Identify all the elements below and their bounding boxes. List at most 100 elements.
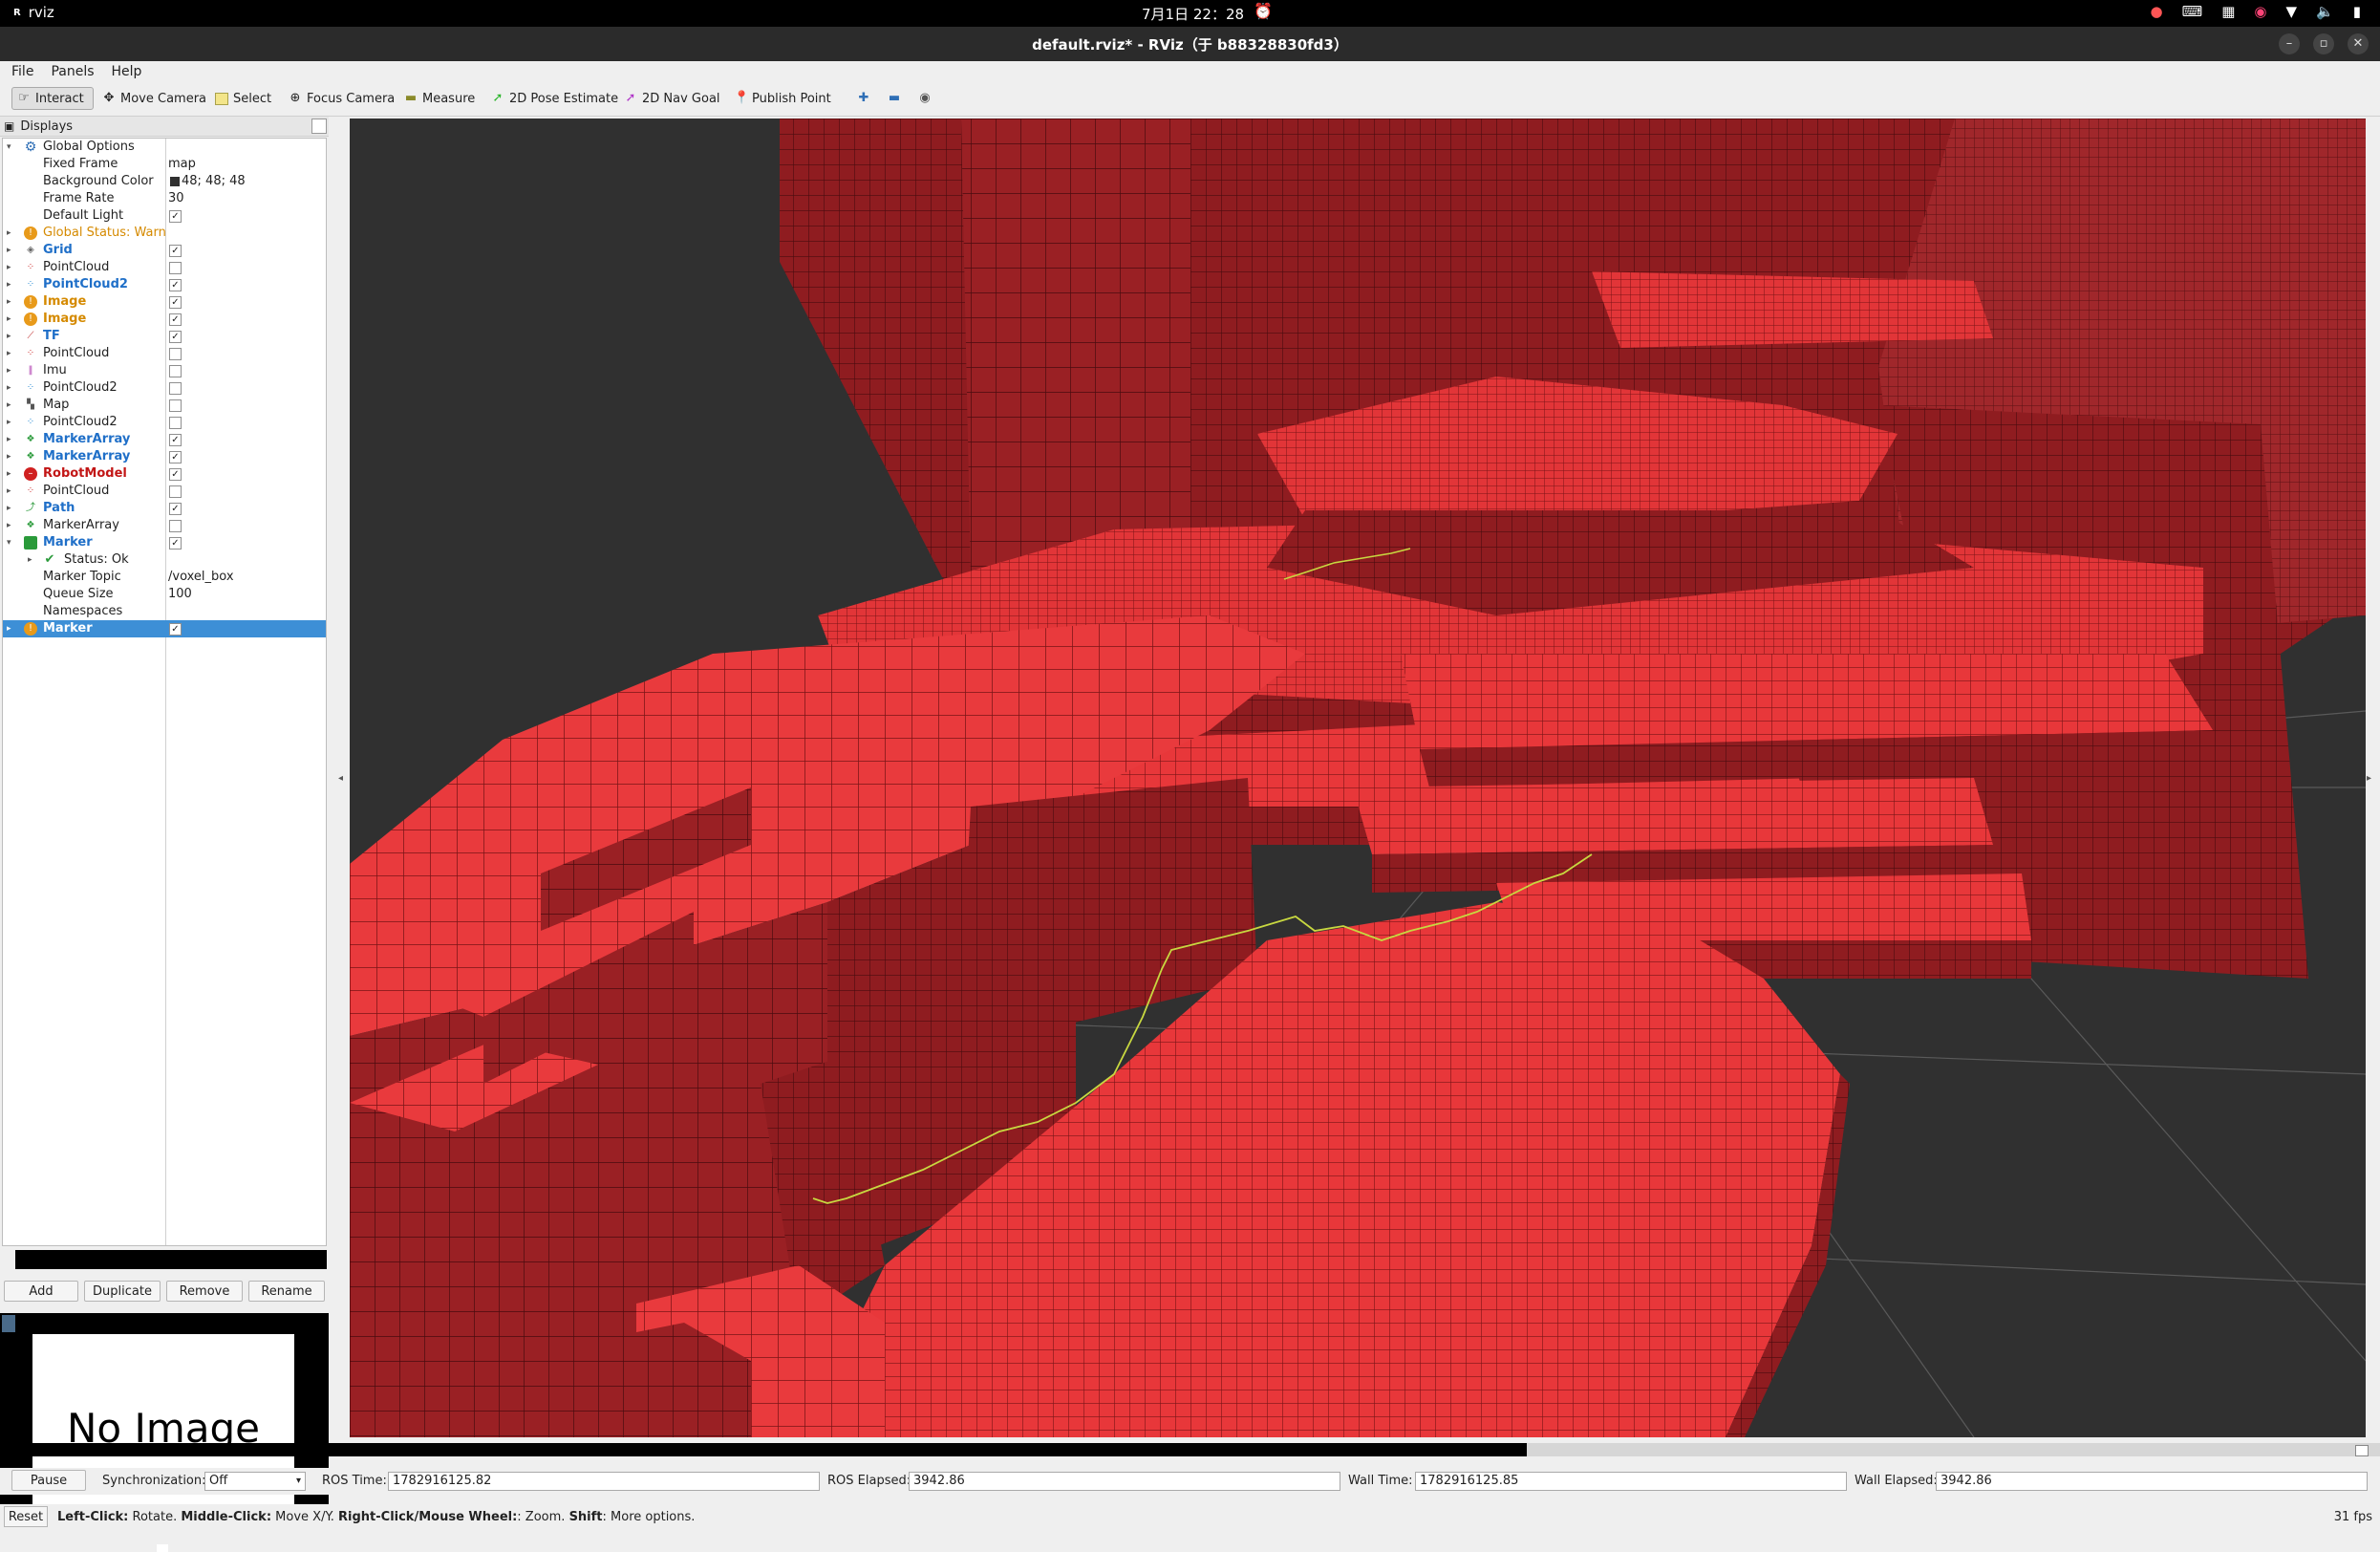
color-swatch[interactable]	[170, 177, 180, 186]
tree-row-fixed-frame[interactable]: Fixed Frame map	[3, 156, 326, 173]
battery-icon[interactable]: ▮	[2353, 3, 2361, 20]
maximize-button[interactable]: ▫	[2313, 33, 2334, 54]
display-enabled-checkbox[interactable]	[169, 382, 182, 395]
expand-arrow-icon[interactable]: ▸	[7, 379, 16, 397]
queue-size-value[interactable]: 100	[168, 586, 192, 603]
system-clock[interactable]: 7月1日 22：28	[1142, 4, 1244, 24]
display-enabled-checkbox[interactable]	[169, 262, 182, 274]
tree-row-imu[interactable]: ▸ ‖ Imu	[3, 362, 326, 379]
tool-properties-button[interactable]: ◉	[913, 87, 936, 110]
expand-arrow-icon[interactable]: ▸	[7, 276, 16, 293]
nav-goal-tool-button[interactable]: ➚ 2D Nav Goal	[619, 87, 725, 110]
tree-row-map[interactable]: ▸ ▚ Map	[3, 397, 326, 414]
minimize-button[interactable]: –	[2279, 33, 2300, 54]
display-enabled-checkbox[interactable]: ✓	[169, 623, 182, 636]
collapse-arrow-icon[interactable]: ▾	[7, 139, 16, 156]
reset-button[interactable]: Reset	[4, 1506, 48, 1527]
tree-row-markerarray[interactable]: ▸ ❖ MarkerArray ✓	[3, 431, 326, 448]
display-enabled-checkbox[interactable]	[169, 485, 182, 498]
tree-row-namespaces[interactable]: Namespaces	[3, 603, 326, 620]
tree-row-markerarray[interactable]: ▸ ❖ MarkerArray	[3, 517, 326, 534]
remove-tool-button[interactable]: ▬	[883, 87, 906, 110]
ubuntu-icon[interactable]: ◉	[2254, 3, 2266, 20]
close-button[interactable]: ✕	[2348, 33, 2369, 54]
wall-elapsed-field[interactable]: 3942.86	[1936, 1472, 2368, 1491]
window-title-bar[interactable]: default.rviz* - RViz（于 b88328830fd3） – ▫…	[0, 27, 2380, 61]
record-icon[interactable]: ●	[2150, 3, 2162, 20]
measure-tool-button[interactable]: ▬ Measure	[399, 87, 480, 110]
time-panel-float-button[interactable]	[2355, 1445, 2369, 1456]
tree-row-pointcloud[interactable]: ▸ ⁘ PointCloud	[3, 483, 326, 500]
frame-rate-value[interactable]: 30	[168, 190, 184, 207]
add-tool-button[interactable]: ✚	[852, 87, 875, 110]
tree-row-robotmodel[interactable]: ▸ – RobotModel ✓	[3, 465, 326, 483]
display-enabled-checkbox[interactable]	[169, 365, 182, 377]
image-panel-float-icon[interactable]	[2, 1315, 15, 1332]
display-enabled-checkbox[interactable]	[169, 520, 182, 532]
marker-topic-value[interactable]: /voxel_box	[168, 569, 234, 586]
tree-row-frame-rate[interactable]: Frame Rate 30	[3, 190, 326, 207]
move-camera-tool-button[interactable]: ✥ Move Camera	[97, 87, 211, 110]
tree-row-pointcloud2[interactable]: ▸ ⁘ PointCloud2 ✓	[3, 276, 326, 293]
publish-point-tool-button[interactable]: 📍 Publish Point	[729, 87, 836, 110]
expand-arrow-icon[interactable]: ▸	[7, 483, 16, 500]
display-enabled-checkbox[interactable]: ✓	[169, 468, 182, 481]
tree-row-pointcloud[interactable]: ▸ ⁘ PointCloud	[3, 345, 326, 362]
right-collapse-handle-icon[interactable]: ▸	[2367, 773, 2371, 784]
display-enabled-checkbox[interactable]: ✓	[169, 296, 182, 309]
network-graph-icon[interactable]: ▦	[2221, 3, 2235, 20]
expand-arrow-icon[interactable]: ▸	[7, 500, 16, 517]
pause-button[interactable]: Pause	[11, 1470, 86, 1491]
volume-icon[interactable]: 🔈	[2316, 3, 2334, 20]
tree-row-default-light[interactable]: Default Light ✓	[3, 207, 326, 225]
pose-estimate-tool-button[interactable]: ➚ 2D Pose Estimate	[486, 87, 623, 110]
expand-arrow-icon[interactable]: ▸	[7, 345, 16, 362]
duplicate-display-button[interactable]: Duplicate	[84, 1281, 161, 1302]
default-light-checkbox[interactable]: ✓	[169, 210, 182, 223]
display-enabled-checkbox[interactable]: ✓	[169, 434, 182, 446]
select-tool-button[interactable]: Select	[210, 87, 276, 110]
display-enabled-checkbox[interactable]: ✓	[169, 537, 182, 550]
tree-row-marker-selected[interactable]: ▸ ! Marker ✓	[3, 620, 326, 637]
focus-camera-tool-button[interactable]: ⊕ Focus Camera	[284, 87, 399, 110]
display-enabled-checkbox[interactable]	[169, 417, 182, 429]
expand-arrow-icon[interactable]: ▸	[7, 225, 16, 242]
fixed-frame-value[interactable]: map	[168, 156, 196, 173]
expand-arrow-icon[interactable]: ▸	[7, 328, 16, 345]
tree-row-markerarray[interactable]: ▸ ❖ MarkerArray ✓	[3, 448, 326, 465]
expand-arrow-icon[interactable]: ▸	[7, 311, 16, 328]
tree-row-pointcloud[interactable]: ▸ ⁘ PointCloud	[3, 259, 326, 276]
interact-tool-button[interactable]: ☞ Interact	[11, 87, 94, 110]
expand-arrow-icon[interactable]: ▸	[7, 242, 16, 259]
app-indicator[interactable]: R rviz	[13, 4, 54, 21]
displays-tree[interactable]: ▾ ⚙ Global Options Fixed Frame map Backg…	[2, 138, 327, 1246]
dock-float-button[interactable]	[311, 119, 327, 134]
ros-time-field[interactable]: 1782916125.82	[388, 1472, 820, 1491]
expand-arrow-icon[interactable]: ▸	[7, 362, 16, 379]
rename-display-button[interactable]: Rename	[248, 1281, 325, 1302]
tree-row-pointcloud2[interactable]: ▸ ⁘ PointCloud2	[3, 414, 326, 431]
expand-arrow-icon[interactable]: ▸	[28, 551, 37, 569]
expand-arrow-icon[interactable]: ▸	[7, 414, 16, 431]
render-3d-view[interactable]	[350, 119, 2366, 1437]
expand-arrow-icon[interactable]: ▸	[7, 448, 16, 465]
tree-scrollbar-area[interactable]	[15, 1250, 327, 1269]
background-color-value[interactable]: 48; 48; 48	[168, 173, 246, 190]
tree-row-path[interactable]: ▸ ⤴ Path ✓	[3, 500, 326, 517]
add-display-button[interactable]: Add	[4, 1281, 78, 1302]
menu-help[interactable]: Help	[112, 64, 142, 79]
menu-file[interactable]: File	[11, 64, 33, 79]
tree-row-image[interactable]: ▸ ! Image ✓	[3, 311, 326, 328]
tree-row-tf[interactable]: ▸ ⟋ TF ✓	[3, 328, 326, 345]
tree-row-marker[interactable]: ▾ Marker ✓	[3, 534, 326, 551]
display-enabled-checkbox[interactable]: ✓	[169, 451, 182, 463]
display-enabled-checkbox[interactable]	[169, 348, 182, 360]
keyboard-icon[interactable]: ⌨	[2182, 3, 2203, 20]
left-collapse-handle-icon[interactable]: ◂	[338, 773, 343, 784]
tree-row-grid[interactable]: ▸ ◈ Grid ✓	[3, 242, 326, 259]
display-enabled-checkbox[interactable]: ✓	[169, 313, 182, 326]
ros-elapsed-field[interactable]: 3942.86	[909, 1472, 1340, 1491]
expand-arrow-icon[interactable]: ▸	[7, 431, 16, 448]
menu-panels[interactable]: Panels	[51, 64, 94, 79]
display-enabled-checkbox[interactable]: ✓	[169, 331, 182, 343]
